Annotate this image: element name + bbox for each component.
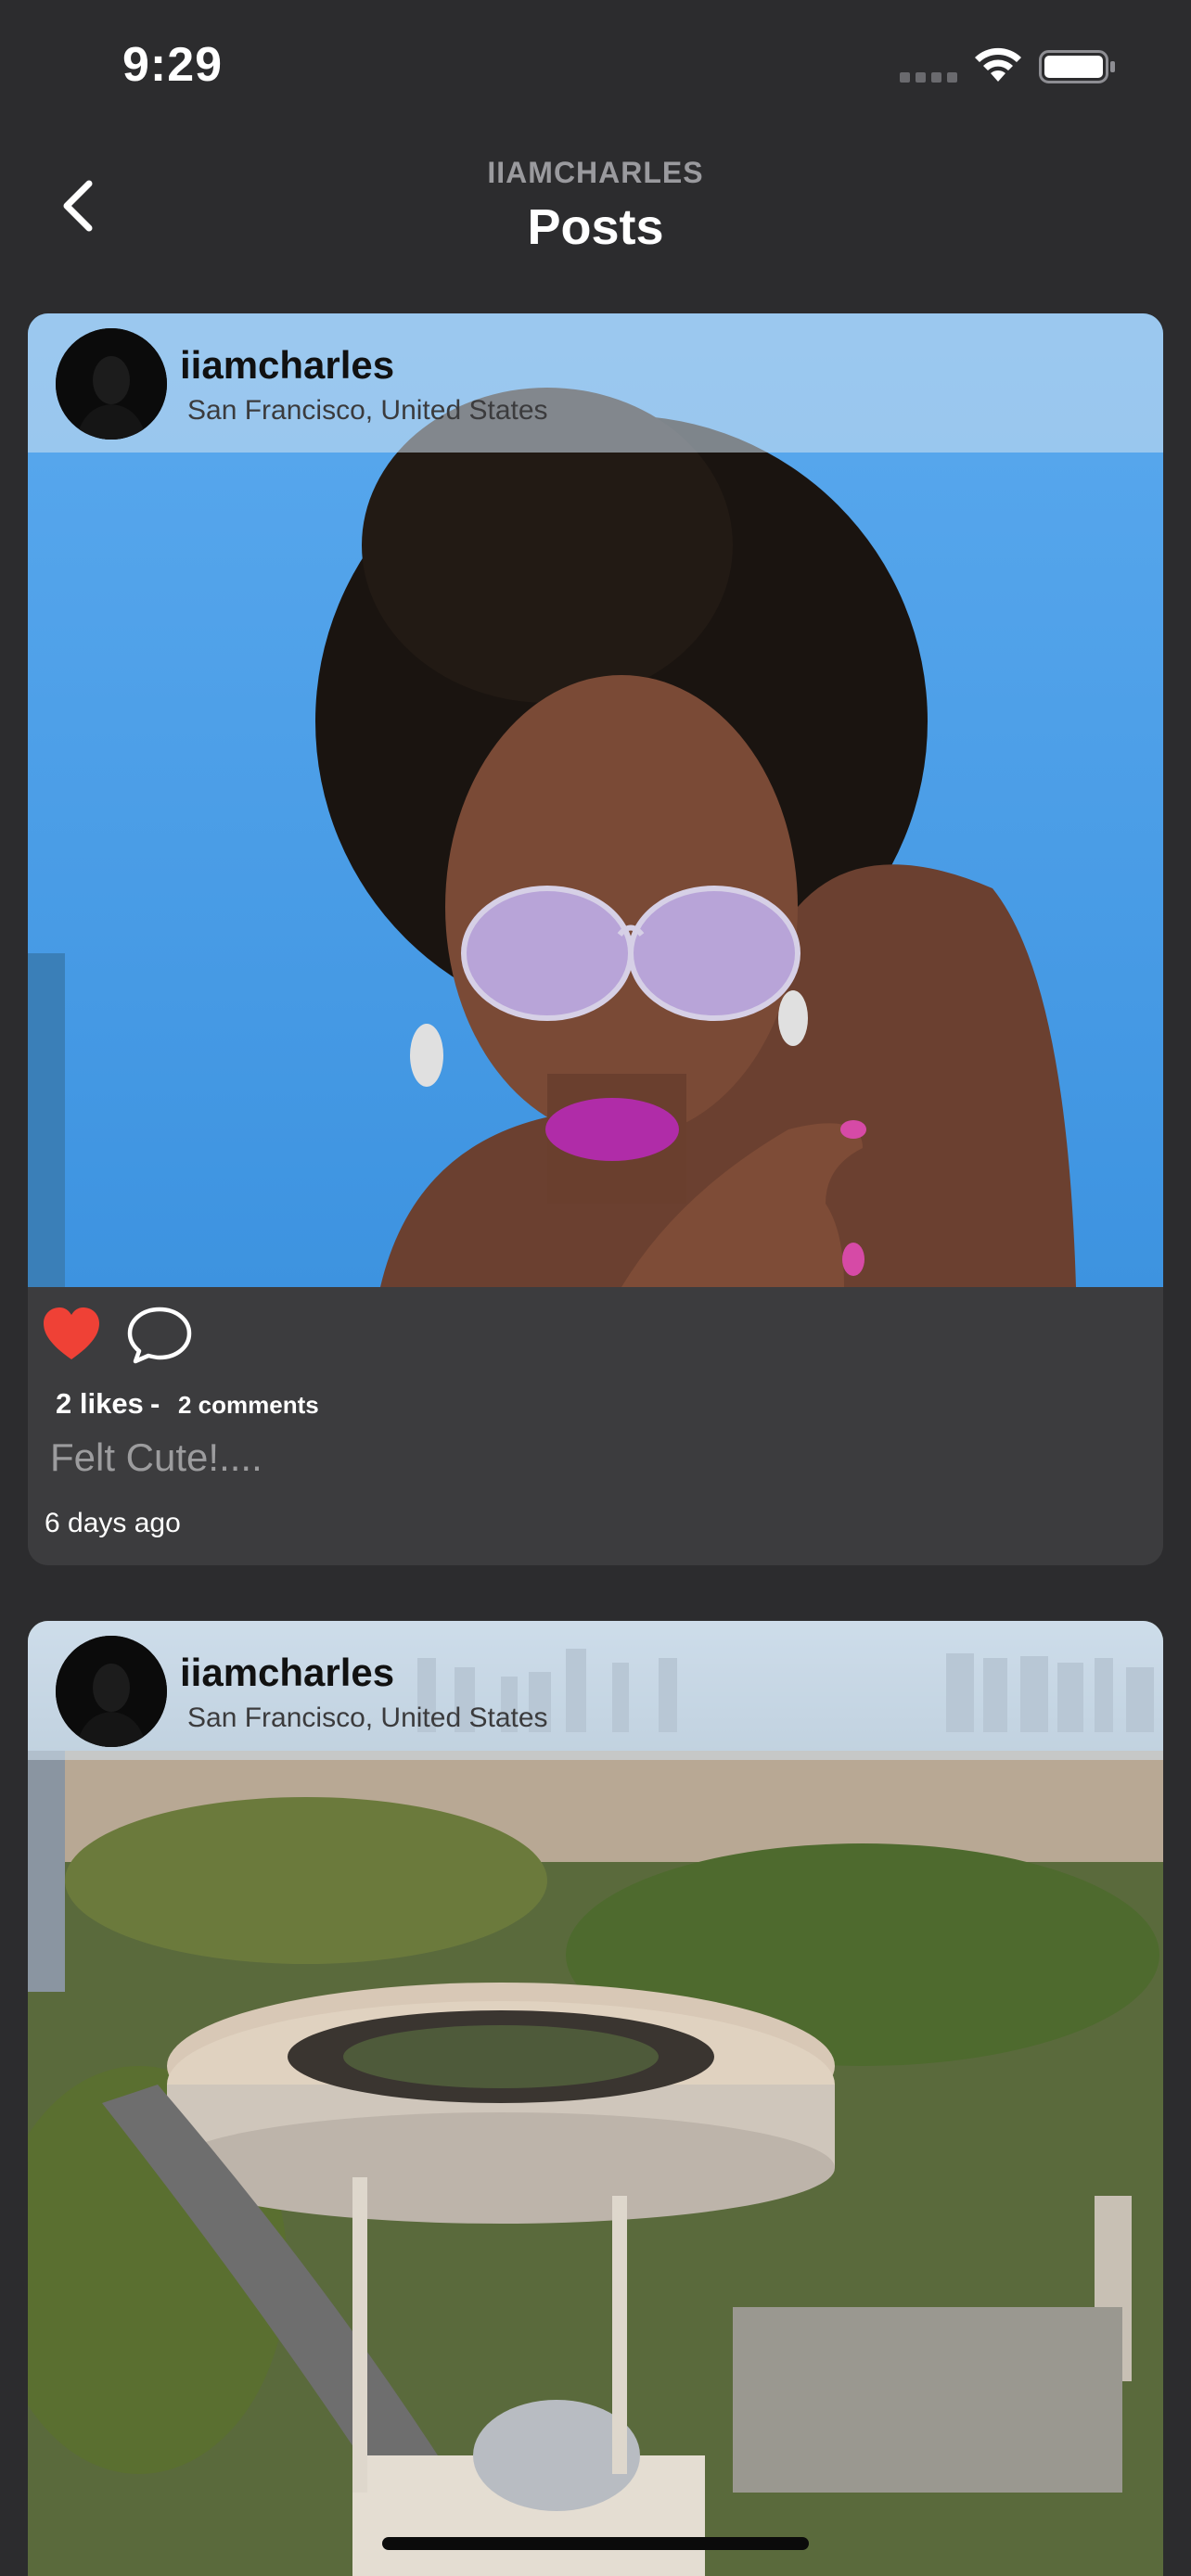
post-card: iiamcharles San Francisco, United States xyxy=(28,1621,1163,2576)
post-actions: 2 likes - 2 comments Felt Cute!.... 6 da… xyxy=(28,1287,1163,1565)
post-timestamp: 6 days ago xyxy=(45,1508,181,1538)
heart-icon[interactable] xyxy=(41,1306,102,1363)
post-header: iiamcharles San Francisco, United States xyxy=(28,1621,1163,1760)
status-bar: 9:29 xyxy=(0,0,1191,130)
comment-icon[interactable] xyxy=(126,1306,193,1365)
battery-icon xyxy=(1039,50,1115,83)
wifi-icon xyxy=(975,47,1021,82)
comments-count[interactable]: 2 comments xyxy=(178,1391,319,1420)
avatar[interactable] xyxy=(56,328,167,440)
post-caption: Felt Cute!.... xyxy=(50,1435,263,1479)
post-username[interactable]: iiamcharles xyxy=(180,343,394,388)
post-photo[interactable] xyxy=(28,313,1163,1287)
post-location: San Francisco, United States xyxy=(187,1702,548,1733)
post-username[interactable]: iiamcharles xyxy=(180,1651,394,1695)
home-indicator xyxy=(382,2537,809,2550)
avatar[interactable] xyxy=(56,1636,167,1747)
post-location: San Francisco, United States xyxy=(187,395,548,426)
post-card: iiamcharles San Francisco, United States… xyxy=(28,313,1163,1565)
status-time: 9:29 xyxy=(122,38,224,92)
separator: - xyxy=(150,1387,160,1420)
post-photo[interactable] xyxy=(28,1621,1163,2576)
post-header: iiamcharles San Francisco, United States xyxy=(28,313,1163,453)
page-title: Posts xyxy=(527,199,664,255)
nav-subtitle: IIAMCHARLES xyxy=(487,156,704,189)
cellular-signal-icon xyxy=(900,72,957,83)
likes-count[interactable]: 2 likes xyxy=(56,1387,144,1421)
